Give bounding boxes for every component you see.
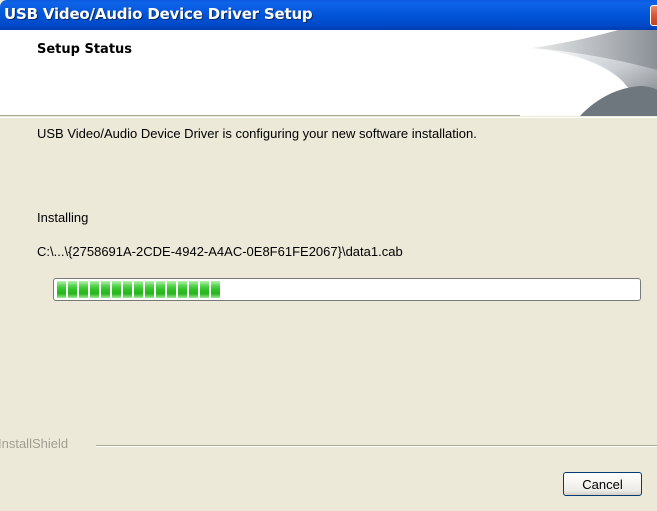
- progress-segment: [189, 281, 198, 298]
- progress-fill: [57, 281, 637, 298]
- close-button[interactable]: [650, 5, 657, 26]
- window-title: USB Video/Audio Device Driver Setup: [4, 5, 313, 23]
- progress-segment: [57, 281, 66, 298]
- progress-segment: [90, 281, 99, 298]
- progress-segment: [79, 281, 88, 298]
- status-message: USB Video/Audio Device Driver is configu…: [37, 126, 477, 141]
- progress-segment: [68, 281, 77, 298]
- setup-dialog: USB Video/Audio Device Driver Setup Setu…: [0, 0, 657, 511]
- progress-segment: [167, 281, 176, 298]
- progress-segment: [178, 281, 187, 298]
- action-label: Installing: [37, 210, 89, 225]
- footer-divider: [96, 445, 657, 447]
- progress-bar: [53, 278, 641, 301]
- progress-segment: [134, 281, 143, 298]
- progress-segment: [200, 281, 209, 298]
- page-title: Setup Status: [37, 42, 133, 57]
- progress-segment: [123, 281, 132, 298]
- progress-segment: [145, 281, 154, 298]
- progress-segment: [211, 281, 220, 298]
- installshield-banner-art: [520, 30, 657, 116]
- progress-segment: [101, 281, 110, 298]
- title-bar[interactable]: USB Video/Audio Device Driver Setup: [0, 0, 657, 30]
- header-panel: Setup Status: [0, 30, 657, 116]
- content-area: USB Video/Audio Device Driver is configu…: [0, 117, 657, 511]
- installshield-label: InstallShield: [0, 436, 69, 451]
- progress-segment: [112, 281, 121, 298]
- current-file-path: C:\...\{2758691A-2CDE-4942-A4AC-0E8F61FE…: [37, 244, 403, 259]
- cancel-button[interactable]: Cancel: [563, 472, 642, 496]
- progress-segment: [156, 281, 165, 298]
